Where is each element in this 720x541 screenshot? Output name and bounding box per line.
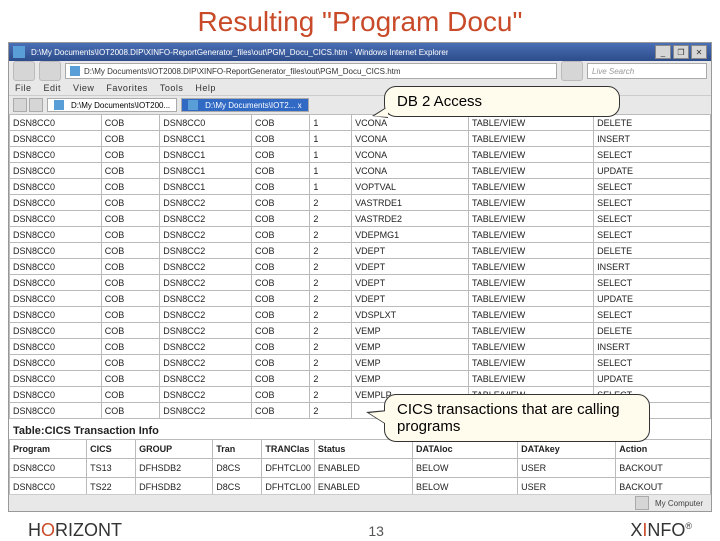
table-row: DSN8CC0COBDSN8CC2COB2VASTRDE1TABLE/VIEWS… (10, 195, 711, 211)
cics-transaction-table: ProgramCICSGROUPTranTRANClasStatusDATAlo… (9, 439, 711, 494)
forward-button[interactable] (39, 61, 61, 81)
slide-title: Resulting "Program Docu" (0, 0, 720, 42)
browser-tab-2[interactable]: D:\My Documents\IOT2... x (181, 98, 308, 112)
table-row: DSN8CC0COBDSN8CC1COB1VOPTVALTABLE/VIEWSE… (10, 179, 711, 195)
tab-favicon-icon (188, 100, 198, 110)
menu-favorites[interactable]: Favorites (106, 83, 148, 93)
page-number: 13 (368, 523, 384, 539)
logo-xinfo: XINFO® (630, 520, 692, 541)
menu-file[interactable]: File (15, 83, 32, 93)
refresh-button[interactable] (561, 61, 583, 81)
zone-icon (635, 496, 649, 510)
table-row: DSN8CC0COBDSN8CC2COB2VDEPMG1TABLE/VIEWSE… (10, 227, 711, 243)
table-row: DSN8CC0COBDSN8CC2COB2VDEPTTABLE/VIEWSELE… (10, 275, 711, 291)
table-row: DSN8CC0COBDSN8CC2COB2VDSPLXTTABLE/VIEWSE… (10, 307, 711, 323)
maximize-button[interactable]: ❐ (673, 45, 689, 59)
table-row: DSN8CC0COBDSN8CC2COB2VDEPTTABLE/VIEWINSE… (10, 259, 711, 275)
table-row: DSN8CC0COBDSN8CC2COB2VEMPTABLE/VIEWSELEC… (10, 355, 711, 371)
close-button[interactable]: ✕ (691, 45, 707, 59)
status-bar: My Computer (9, 494, 711, 511)
table-row: DSN8CC0COBDSN8CC2COB2VDEPTTABLE/VIEWUPDA… (10, 291, 711, 307)
window-title-text: D:\My Documents\IOT2008.DIP\XINFO-Report… (31, 48, 448, 57)
table-row: DSN8CC0COBDSN8CC2COB2VDEPTTABLE/VIEWDELE… (10, 243, 711, 259)
logo-horizont: HORIZONT (28, 520, 122, 541)
browser-tab-1[interactable]: D:\My Documents\IOT200... (47, 98, 177, 112)
table-row: DSN8CC0COBDSN8CC1COB1VCONATABLE/VIEWUPDA… (10, 163, 711, 179)
menu-tools[interactable]: Tools (160, 83, 184, 93)
page-favicon-icon (70, 66, 80, 76)
back-button[interactable] (13, 61, 35, 81)
table-row: DSN8CC0COBDSN8CC2COB2VEMPTABLE/VIEWDELET… (10, 323, 711, 339)
menu-help[interactable]: Help (195, 83, 216, 93)
table-row: DSN8CC0COBDSN8CC1COB1VCONATABLE/VIEWINSE… (10, 131, 711, 147)
slide-footer: HORIZONT 13 XINFO® (0, 512, 720, 541)
db2-access-table: DSN8CC0COBDSN8CC0COB1VCONATABLE/VIEWDELE… (9, 114, 711, 419)
menu-edit[interactable]: Edit (44, 83, 62, 93)
table-row: DSN8CC0COBDSN8CC2COB2VEMPTABLE/VIEWUPDAT… (10, 371, 711, 387)
table-row: DSN8CC0COBDSN8CC2COB2VEMPTABLE/VIEWINSER… (10, 339, 711, 355)
address-bar[interactable]: D:\My Documents\IOT2008.DIP\XINFO-Report… (65, 63, 557, 79)
search-box[interactable]: Live Search (587, 63, 707, 79)
callout-cics: CICS transactions that are calling progr… (384, 394, 650, 442)
minimize-button[interactable]: _ (655, 45, 671, 59)
add-favorite-icon[interactable] (29, 98, 43, 112)
ie-icon (13, 46, 25, 58)
table-row: DSN8CC0COBDSN8CC1COB1VCONATABLE/VIEWSELE… (10, 147, 711, 163)
status-text: My Computer (655, 499, 703, 508)
favorites-icon[interactable] (13, 98, 27, 112)
table-row: DSN8CC0TS13DFHSDB2D8CSDFHTCL00ENABLEDBEL… (10, 459, 711, 478)
table-row: DSN8CC0COBDSN8CC2COB2VASTRDE2TABLE/VIEWS… (10, 211, 711, 227)
callout-db2: DB 2 Access (384, 86, 620, 117)
window-titlebar: D:\My Documents\IOT2008.DIP\XINFO-Report… (9, 43, 711, 61)
table-row: DSN8CC0TS22DFHSDB2D8CSDFHTCL00ENABLEDBEL… (10, 478, 711, 495)
tab-favicon-icon (54, 100, 64, 110)
address-bar-row: D:\My Documents\IOT2008.DIP\XINFO-Report… (9, 61, 711, 81)
table-header-row: ProgramCICSGROUPTranTRANClasStatusDATAlo… (10, 440, 711, 459)
menu-view[interactable]: View (73, 83, 94, 93)
